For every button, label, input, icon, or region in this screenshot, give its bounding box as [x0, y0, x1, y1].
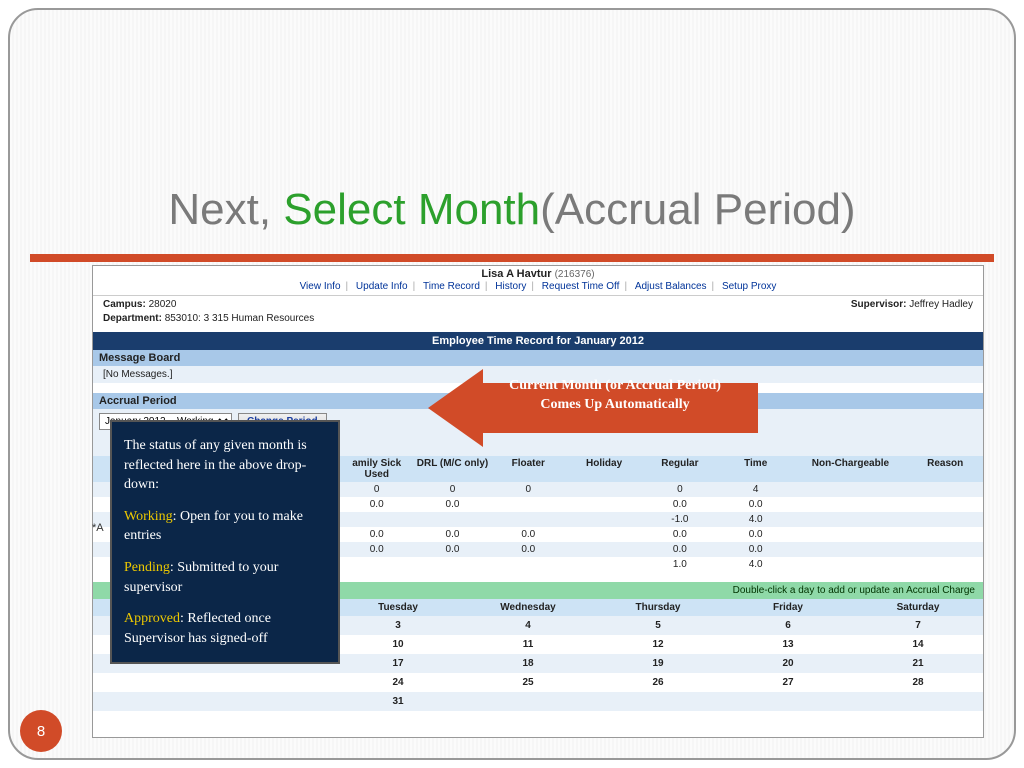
day-friday: Friday	[723, 599, 853, 616]
col-regular: Regular	[642, 456, 718, 482]
campus-value: 28020	[149, 299, 177, 310]
slide-frame: Next, Select Month(Accrual Period) Lisa …	[8, 8, 1016, 760]
user-name-row: Lisa A Havtur (216376)	[93, 266, 983, 280]
nav-links: View Info| Update Info| Time Record| His…	[93, 280, 983, 295]
user-id: (216376)	[555, 269, 595, 280]
day-tuesday: Tuesday	[333, 599, 463, 616]
dept-value: 853010: 3 315 Human Resources	[165, 313, 315, 324]
title-prefix: Next,	[168, 185, 283, 234]
col-floater: Floater	[490, 456, 566, 482]
nav-adjust-balances[interactable]: Adjust Balances	[631, 281, 711, 292]
day-saturday: Saturday	[853, 599, 983, 616]
campus-label: Campus:	[103, 299, 146, 310]
status-intro: The status of any given month is reflect…	[124, 436, 326, 495]
footnote-marker: *A	[92, 522, 104, 534]
day-wednesday: Wednesday	[463, 599, 593, 616]
col-holiday: Holiday	[566, 456, 642, 482]
page-number-badge: 8	[20, 710, 62, 752]
divider-bar	[30, 254, 994, 262]
arrow-callout: Current Month (or Accrual Period) Comes …	[428, 369, 758, 447]
message-board-header: Message Board	[93, 350, 983, 366]
status-pending-label: Pending	[124, 560, 170, 575]
dept-label: Department:	[103, 313, 162, 324]
nav-request-time-off[interactable]: Request Time Off	[538, 281, 624, 292]
col-time: Time	[718, 456, 794, 482]
title-suffix: (Accrual Period)	[540, 185, 855, 234]
title-highlight: Select Month	[283, 185, 540, 234]
supervisor-value: Jeffrey Hadley	[909, 299, 973, 310]
nav-setup-proxy[interactable]: Setup Proxy	[718, 281, 780, 292]
supervisor-label: Supervisor:	[851, 299, 907, 310]
arrow-text: Current Month (or Accrual Period) Comes …	[488, 377, 742, 415]
status-legend-box: The status of any given month is reflect…	[110, 420, 340, 664]
col-nonchargeable: Non-Chargeable	[794, 456, 908, 482]
nav-time-record[interactable]: Time Record	[419, 281, 484, 292]
nav-view-info[interactable]: View Info	[296, 281, 345, 292]
nav-update-info[interactable]: Update Info	[352, 281, 412, 292]
slide-title: Next, Select Month(Accrual Period)	[10, 185, 1014, 235]
user-name: Lisa A Havtur	[481, 268, 551, 280]
col-drl: DRL (M/C only)	[415, 456, 491, 482]
day-thursday: Thursday	[593, 599, 723, 616]
record-title-bar: Employee Time Record for January 2012	[93, 332, 983, 350]
calendar-row: 31	[93, 692, 983, 711]
status-working-label: Working	[124, 509, 173, 524]
nav-history[interactable]: History	[491, 281, 530, 292]
info-row: Campus: 28020 Department: 853010: 3 315 …	[93, 295, 983, 328]
status-approved-label: Approved	[124, 611, 180, 626]
calendar-row: 2425262728	[93, 673, 983, 692]
col-family-sick: amily Sick Used	[339, 456, 415, 482]
col-reason: Reason	[907, 456, 983, 482]
